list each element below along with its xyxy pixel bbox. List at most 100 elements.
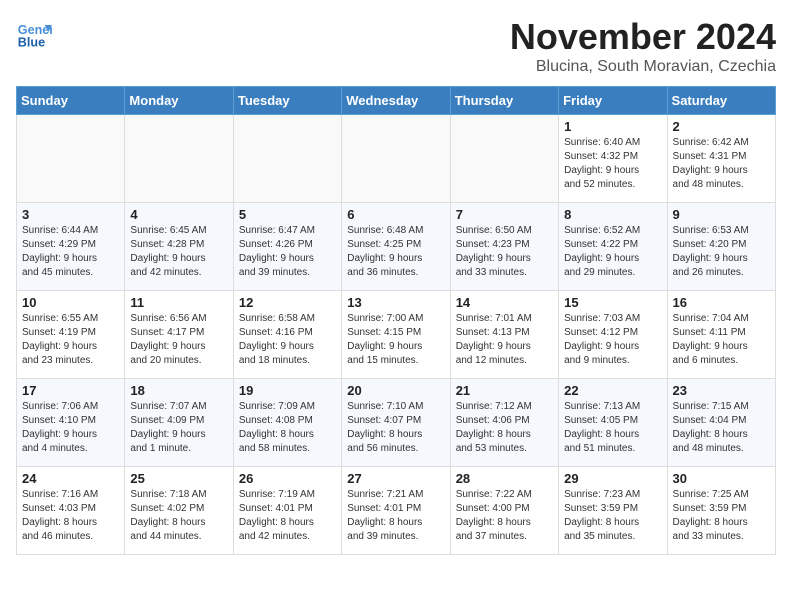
day-info: Sunrise: 7:01 AM Sunset: 4:13 PM Dayligh… bbox=[456, 312, 553, 368]
day-info: Sunrise: 7:06 AM Sunset: 4:10 PM Dayligh… bbox=[22, 400, 119, 456]
day-info: Sunrise: 7:23 AM Sunset: 3:59 PM Dayligh… bbox=[564, 488, 661, 544]
day-number: 5 bbox=[239, 207, 336, 222]
calendar-cell: 4Sunrise: 6:45 AM Sunset: 4:28 PM Daylig… bbox=[125, 203, 233, 291]
day-info: Sunrise: 6:48 AM Sunset: 4:25 PM Dayligh… bbox=[347, 224, 444, 280]
day-info: Sunrise: 6:45 AM Sunset: 4:28 PM Dayligh… bbox=[130, 224, 227, 280]
day-info: Sunrise: 7:21 AM Sunset: 4:01 PM Dayligh… bbox=[347, 488, 444, 544]
calendar-cell: 28 Sunrise: 7:22 AM Sunset: 4:00 PM Dayli… bbox=[450, 467, 558, 555]
day-info: Sunrise: 7:07 AM Sunset: 4:09 PM Dayligh… bbox=[130, 400, 227, 456]
calendar-cell: 3 Sunrise: 6:44 AM Sunset: 4:29 PM Daylig… bbox=[17, 203, 125, 291]
calendar-table: SundayMondayTuesdayWednesdayThursdayFrid… bbox=[16, 86, 776, 555]
calendar-cell: 1 Sunrise: 6:40 AM Sunset: 4:32 PM Daylig… bbox=[559, 115, 667, 203]
calendar-cell bbox=[125, 115, 233, 203]
day-info: Sunrise: 6:53 AM Sunset: 4:20 PM Dayligh… bbox=[673, 224, 770, 280]
day-number: 1 bbox=[564, 119, 661, 134]
calendar-cell: 25Sunrise: 7:18 AM Sunset: 4:02 PM Dayli… bbox=[125, 467, 233, 555]
calendar-cell: 15 Sunrise: 7:03 AM Sunset: 4:12 PM Dayli… bbox=[559, 291, 667, 379]
calendar-cell: 6 Sunrise: 6:48 AM Sunset: 4:25 PM Daylig… bbox=[342, 203, 450, 291]
day-number: 3 bbox=[22, 207, 119, 222]
calendar-week: 3 Sunrise: 6:44 AM Sunset: 4:29 PM Daylig… bbox=[17, 203, 776, 291]
day-number: 20 bbox=[347, 383, 444, 398]
day-info: Sunrise: 6:52 AM Sunset: 4:22 PM Dayligh… bbox=[564, 224, 661, 280]
weekday-header: Friday bbox=[559, 87, 667, 115]
day-number: 12 bbox=[239, 295, 336, 310]
calendar-cell: 13 Sunrise: 7:00 AM Sunset: 4:15 PM Dayli… bbox=[342, 291, 450, 379]
calendar-cell: 19Sunrise: 7:09 AM Sunset: 4:08 PM Dayli… bbox=[233, 379, 341, 467]
calendar-cell: 9 Sunrise: 6:53 AM Sunset: 4:20 PM Daylig… bbox=[667, 203, 775, 291]
day-number: 6 bbox=[347, 207, 444, 222]
day-info: Sunrise: 7:25 AM Sunset: 3:59 PM Dayligh… bbox=[673, 488, 770, 544]
day-number: 13 bbox=[347, 295, 444, 310]
calendar-cell bbox=[233, 115, 341, 203]
day-info: Sunrise: 7:00 AM Sunset: 4:15 PM Dayligh… bbox=[347, 312, 444, 368]
day-number: 23 bbox=[673, 383, 770, 398]
day-info: Sunrise: 7:13 AM Sunset: 4:05 PM Dayligh… bbox=[564, 400, 661, 456]
day-info: Sunrise: 6:55 AM Sunset: 4:19 PM Dayligh… bbox=[22, 312, 119, 368]
day-number: 25 bbox=[130, 471, 227, 486]
calendar-cell: 18 Sunrise: 7:07 AM Sunset: 4:09 PM Dayli… bbox=[125, 379, 233, 467]
calendar-body: 1 Sunrise: 6:40 AM Sunset: 4:32 PM Daylig… bbox=[17, 115, 776, 555]
calendar-header: SundayMondayTuesdayWednesdayThursdayFrid… bbox=[17, 87, 776, 115]
calendar-cell bbox=[450, 115, 558, 203]
calendar-cell: 29 Sunrise: 7:23 AM Sunset: 3:59 PM Dayli… bbox=[559, 467, 667, 555]
calendar-cell: 21Sunrise: 7:12 AM Sunset: 4:06 PM Dayli… bbox=[450, 379, 558, 467]
day-number: 11 bbox=[130, 295, 227, 310]
calendar-cell: 27 Sunrise: 7:21 AM Sunset: 4:01 PM Dayli… bbox=[342, 467, 450, 555]
day-info: Sunrise: 6:58 AM Sunset: 4:16 PM Dayligh… bbox=[239, 312, 336, 368]
calendar-cell: 14 Sunrise: 7:01 AM Sunset: 4:13 PM Dayli… bbox=[450, 291, 558, 379]
day-number: 30 bbox=[673, 471, 770, 486]
day-info: Sunrise: 7:03 AM Sunset: 4:12 PM Dayligh… bbox=[564, 312, 661, 368]
day-number: 14 bbox=[456, 295, 553, 310]
day-info: Sunrise: 6:50 AM Sunset: 4:23 PM Dayligh… bbox=[456, 224, 553, 280]
day-number: 18 bbox=[130, 383, 227, 398]
calendar-cell: 30 Sunrise: 7:25 AM Sunset: 3:59 PM Dayli… bbox=[667, 467, 775, 555]
day-info: Sunrise: 6:40 AM Sunset: 4:32 PM Dayligh… bbox=[564, 136, 661, 192]
day-number: 21 bbox=[456, 383, 553, 398]
day-info: Sunrise: 7:04 AM Sunset: 4:11 PM Dayligh… bbox=[673, 312, 770, 368]
day-number: 29 bbox=[564, 471, 661, 486]
calendar-cell: 24 Sunrise: 7:16 AM Sunset: 4:03 PM Dayli… bbox=[17, 467, 125, 555]
day-number: 28 bbox=[456, 471, 553, 486]
calendar-week: 17 Sunrise: 7:06 AM Sunset: 4:10 PM Dayli… bbox=[17, 379, 776, 467]
day-number: 15 bbox=[564, 295, 661, 310]
day-number: 2 bbox=[673, 119, 770, 134]
weekday-header: Wednesday bbox=[342, 87, 450, 115]
day-info: Sunrise: 7:22 AM Sunset: 4:00 PM Dayligh… bbox=[456, 488, 553, 544]
day-info: Sunrise: 7:10 AM Sunset: 4:07 PM Dayligh… bbox=[347, 400, 444, 456]
calendar-cell bbox=[342, 115, 450, 203]
day-number: 19 bbox=[239, 383, 336, 398]
calendar-cell: 8 Sunrise: 6:52 AM Sunset: 4:22 PM Daylig… bbox=[559, 203, 667, 291]
header-row: SundayMondayTuesdayWednesdayThursdayFrid… bbox=[17, 87, 776, 115]
calendar-cell: 7 Sunrise: 6:50 AM Sunset: 4:23 PM Daylig… bbox=[450, 203, 558, 291]
day-number: 9 bbox=[673, 207, 770, 222]
day-number: 10 bbox=[22, 295, 119, 310]
calendar-week: 1 Sunrise: 6:40 AM Sunset: 4:32 PM Daylig… bbox=[17, 115, 776, 203]
calendar-cell: 11Sunrise: 6:56 AM Sunset: 4:17 PM Dayli… bbox=[125, 291, 233, 379]
day-info: Sunrise: 6:42 AM Sunset: 4:31 PM Dayligh… bbox=[673, 136, 770, 192]
calendar-cell: 2 Sunrise: 6:42 AM Sunset: 4:31 PM Daylig… bbox=[667, 115, 775, 203]
calendar-week: 24 Sunrise: 7:16 AM Sunset: 4:03 PM Dayli… bbox=[17, 467, 776, 555]
month-title: November 2024 bbox=[510, 16, 776, 58]
day-number: 27 bbox=[347, 471, 444, 486]
day-number: 7 bbox=[456, 207, 553, 222]
day-number: 8 bbox=[564, 207, 661, 222]
day-number: 24 bbox=[22, 471, 119, 486]
day-info: Sunrise: 7:15 AM Sunset: 4:04 PM Dayligh… bbox=[673, 400, 770, 456]
calendar-cell: 20 Sunrise: 7:10 AM Sunset: 4:07 PM Dayli… bbox=[342, 379, 450, 467]
day-info: Sunrise: 6:47 AM Sunset: 4:26 PM Dayligh… bbox=[239, 224, 336, 280]
weekday-header: Tuesday bbox=[233, 87, 341, 115]
weekday-header: Sunday bbox=[17, 87, 125, 115]
location: Blucina, South Moravian, Czechia bbox=[510, 58, 776, 76]
weekday-header: Saturday bbox=[667, 87, 775, 115]
day-info: Sunrise: 6:44 AM Sunset: 4:29 PM Dayligh… bbox=[22, 224, 119, 280]
day-number: 17 bbox=[22, 383, 119, 398]
logo-icon: General Blue bbox=[16, 16, 52, 52]
calendar-cell: 10 Sunrise: 6:55 AM Sunset: 4:19 PM Dayli… bbox=[17, 291, 125, 379]
calendar-cell: 26Sunrise: 7:19 AM Sunset: 4:01 PM Dayli… bbox=[233, 467, 341, 555]
weekday-header: Monday bbox=[125, 87, 233, 115]
day-info: Sunrise: 7:16 AM Sunset: 4:03 PM Dayligh… bbox=[22, 488, 119, 544]
calendar-cell: 5 Sunrise: 6:47 AM Sunset: 4:26 PM Daylig… bbox=[233, 203, 341, 291]
svg-text:Blue: Blue bbox=[18, 36, 45, 50]
title-area: November 2024 Blucina, South Moravian, C… bbox=[510, 16, 776, 76]
calendar-cell: 23 Sunrise: 7:15 AM Sunset: 4:04 PM Dayli… bbox=[667, 379, 775, 467]
